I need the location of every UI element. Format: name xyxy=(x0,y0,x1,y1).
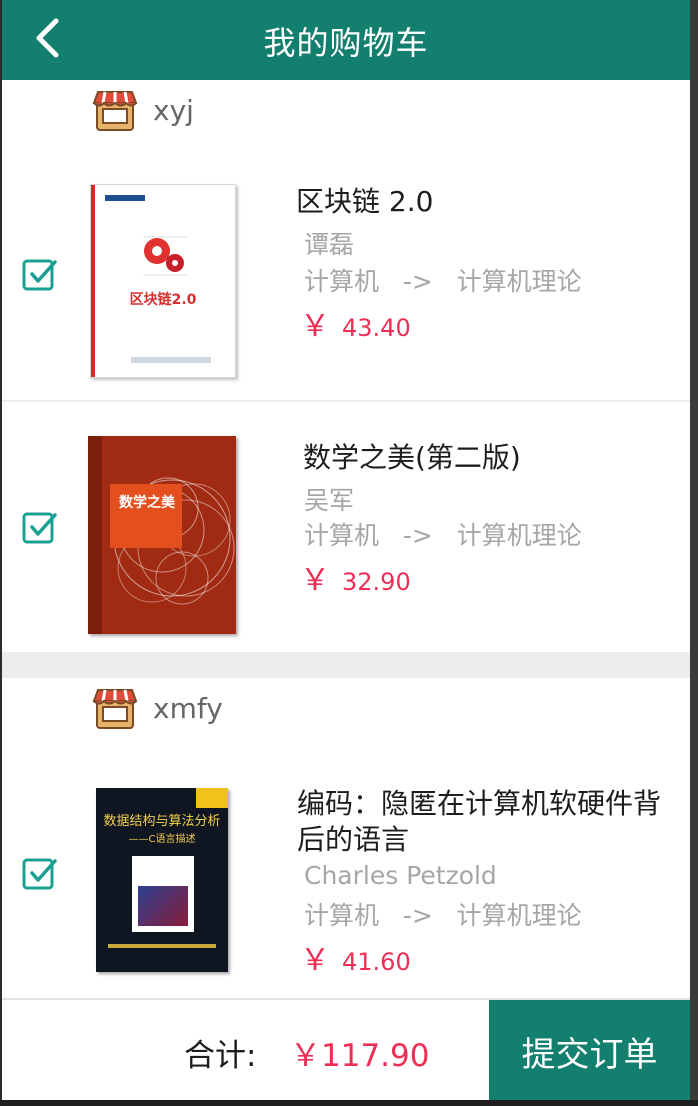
book-category: 计算机 -> 计算机理论 xyxy=(304,267,582,296)
total-label: 合计: xyxy=(184,1038,257,1074)
page-title: 我的购物车 xyxy=(263,24,429,62)
shop-icon xyxy=(92,689,138,729)
shop-name: xyj xyxy=(153,94,194,127)
checkbox-checked-icon[interactable] xyxy=(22,257,58,293)
cart-screen: 我的购物车 xyj 区块链2.0 区块链 2.0 谭磊 计算机 -> 计算机理论… xyxy=(2,0,690,1100)
book-price: ￥ 41.60 xyxy=(300,943,411,978)
checkout-bar: 合计: ￥117.90 提交订单 xyxy=(2,998,690,1100)
top-app-bar: 我的购物车 xyxy=(2,0,690,80)
cover-title: 数据结构与算法分析 xyxy=(103,814,221,829)
book-title[interactable]: 区块链 2.0 xyxy=(296,184,433,220)
checkbox-checked-icon[interactable] xyxy=(22,510,58,546)
shop-header[interactable]: xmfy xyxy=(2,678,690,748)
gear-illustration xyxy=(143,236,187,276)
book-price: ￥ 32.90 xyxy=(300,563,411,598)
cart-item: 区块链2.0 区块链 2.0 谭磊 计算机 -> 计算机理论 ￥ 43.40 xyxy=(2,148,690,402)
book-title[interactable]: 数学之美(第二版) xyxy=(303,440,521,476)
checkbox-checked-icon[interactable] xyxy=(22,856,58,892)
submit-order-button[interactable]: 提交订单 xyxy=(489,1000,690,1100)
window-edge xyxy=(0,1100,698,1106)
cart-item: 数学之美 数学之美(第二版) 吴军 计算机 -> 计算机理论 ￥ 32.90 xyxy=(2,402,690,652)
shop-name: xmfy xyxy=(153,692,223,725)
shop-icon xyxy=(92,91,138,131)
window-edge xyxy=(690,0,698,1106)
cover-title: 数学之美 xyxy=(119,495,175,511)
cover-subtitle: ——C语言描述 xyxy=(128,834,196,845)
book-author: 谭磊 xyxy=(304,230,355,259)
shop-header[interactable]: xyj xyxy=(2,80,690,150)
total-price: ￥117.90 xyxy=(290,1038,430,1074)
book-price: ￥ 43.40 xyxy=(300,309,411,344)
section-divider xyxy=(2,652,690,678)
cart-item: 数据结构与算法分析 ——C语言描述 编码：隐匿在计算机软硬件背后的语言 Char… xyxy=(2,746,690,998)
book-title[interactable]: 编码：隐匿在计算机软硬件背后的语言 xyxy=(297,786,669,858)
cover-title: 区块链2.0 xyxy=(129,292,197,308)
book-author: 吴军 xyxy=(304,486,355,515)
book-cover-image[interactable]: 数学之美 xyxy=(88,436,236,634)
book-category: 计算机 -> 计算机理论 xyxy=(304,521,582,550)
book-author: Charles Petzold xyxy=(304,861,497,890)
book-cover-image[interactable]: 数据结构与算法分析 ——C语言描述 xyxy=(96,788,228,972)
book-category: 计算机 -> 计算机理论 xyxy=(304,901,582,930)
book-cover-image[interactable]: 区块链2.0 xyxy=(90,184,236,378)
